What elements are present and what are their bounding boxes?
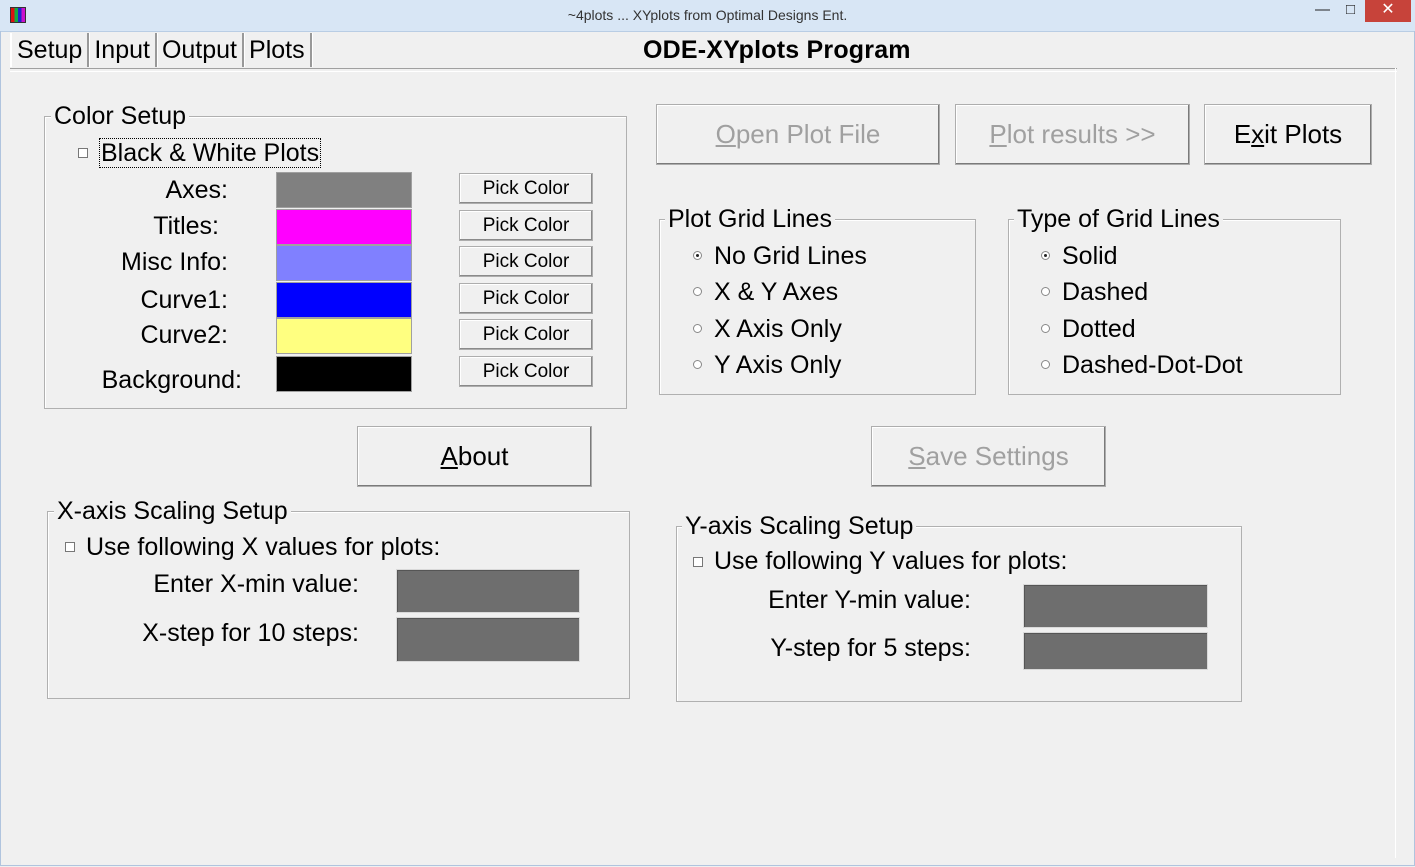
y-axis-scaling-legend: Y-axis Scaling Setup: [682, 513, 917, 539]
pick-color-misc-info-button[interactable]: Pick Color: [459, 246, 593, 277]
no-grid-lines-label[interactable]: No Grid Lines: [714, 241, 867, 271]
y-axis-only-radio[interactable]: [693, 360, 702, 369]
curve1-color-swatch: [276, 282, 412, 318]
solid-label[interactable]: Solid: [1062, 241, 1118, 271]
x-step-label: X-step for 10 steps:: [142, 619, 359, 647]
dashed-radio[interactable]: [1041, 287, 1050, 296]
open-plot-file-button[interactable]: Open Plot File: [656, 104, 940, 165]
x-min-label: Enter X-min value:: [153, 570, 359, 598]
use-x-values-checkbox[interactable]: [65, 542, 75, 552]
tab-input[interactable]: Input: [89, 33, 157, 67]
tab-bar: Setup Input Output Plots: [10, 33, 312, 67]
solid-radio[interactable]: [1041, 251, 1050, 260]
x-axis-only-radio[interactable]: [693, 324, 702, 333]
x-axis-scaling-legend: X-axis Scaling Setup: [54, 498, 291, 524]
plot-grid-lines-legend: Plot Grid Lines: [665, 206, 835, 232]
dashed-dot-dot-label[interactable]: Dashed-Dot-Dot: [1062, 350, 1243, 380]
y-step-label: Y-step for 5 steps:: [770, 634, 971, 662]
x-step-input[interactable]: [396, 617, 580, 662]
maximize-button[interactable]: □: [1337, 0, 1364, 22]
pick-color-titles-button[interactable]: Pick Color: [459, 210, 593, 241]
misc-info-color-swatch: [276, 245, 412, 281]
use-y-values-checkbox[interactable]: [693, 557, 703, 567]
minimize-button[interactable]: —: [1309, 0, 1336, 22]
type-of-grid-lines-legend: Type of Grid Lines: [1014, 206, 1223, 232]
curve2-color-swatch: [276, 318, 412, 354]
tab-output[interactable]: Output: [157, 33, 245, 67]
program-title: ODE-XYplots Program: [643, 36, 911, 64]
dotted-label[interactable]: Dotted: [1062, 314, 1136, 344]
curve2-color-label: Curve2:: [140, 321, 228, 349]
color-setup-legend: Color Setup: [51, 103, 190, 129]
plot-results-button[interactable]: Plot results >>: [955, 104, 1190, 165]
use-y-values-label[interactable]: Use following Y values for plots:: [714, 546, 1067, 576]
xy-axes-radio[interactable]: [693, 287, 702, 296]
pick-color-curve1-button[interactable]: Pick Color: [459, 283, 593, 314]
tab-divider: [10, 68, 1397, 72]
x-axis-only-label[interactable]: X Axis Only: [714, 314, 842, 344]
bw-plots-checkbox[interactable]: [78, 148, 88, 158]
pick-color-curve2-button[interactable]: Pick Color: [459, 319, 593, 350]
dashed-label[interactable]: Dashed: [1062, 277, 1148, 307]
axes-color-label: Axes:: [165, 176, 228, 204]
window-title: ~4plots ... XYplots from Optimal Designs…: [567, 7, 848, 23]
axes-color-swatch: [276, 172, 412, 208]
y-min-label: Enter Y-min value:: [768, 586, 971, 614]
y-step-input[interactable]: [1023, 632, 1208, 670]
x-min-input[interactable]: [396, 569, 580, 613]
background-color-label: Background:: [101, 366, 242, 394]
pick-color-axes-button[interactable]: Pick Color: [459, 173, 593, 204]
xy-axes-label[interactable]: X & Y Axes: [714, 277, 838, 307]
titles-color-label: Titles:: [153, 212, 219, 240]
y-min-input[interactable]: [1023, 584, 1208, 628]
titles-color-swatch: [276, 209, 412, 245]
tab-plots[interactable]: Plots: [244, 33, 312, 67]
dashed-dot-dot-radio[interactable]: [1041, 360, 1050, 369]
misc-info-color-label: Misc Info:: [121, 248, 228, 276]
no-grid-lines-radio[interactable]: [693, 251, 702, 260]
close-button[interactable]: ✕: [1365, 0, 1411, 22]
tab-setup[interactable]: Setup: [10, 33, 90, 67]
about-button[interactable]: About: [357, 426, 592, 487]
save-settings-button[interactable]: Save Settings: [871, 426, 1106, 487]
curve1-color-label: Curve1:: [140, 286, 228, 314]
tab-panel-edge: [1395, 68, 1398, 858]
pick-color-background-button[interactable]: Pick Color: [459, 356, 593, 387]
background-color-swatch: [276, 356, 412, 392]
bw-plots-label[interactable]: Black & White Plots: [99, 138, 322, 168]
exit-plots-button[interactable]: Exit Plots: [1204, 104, 1372, 165]
y-axis-only-label[interactable]: Y Axis Only: [714, 350, 841, 380]
use-x-values-label[interactable]: Use following X values for plots:: [86, 532, 440, 562]
dotted-radio[interactable]: [1041, 324, 1050, 333]
